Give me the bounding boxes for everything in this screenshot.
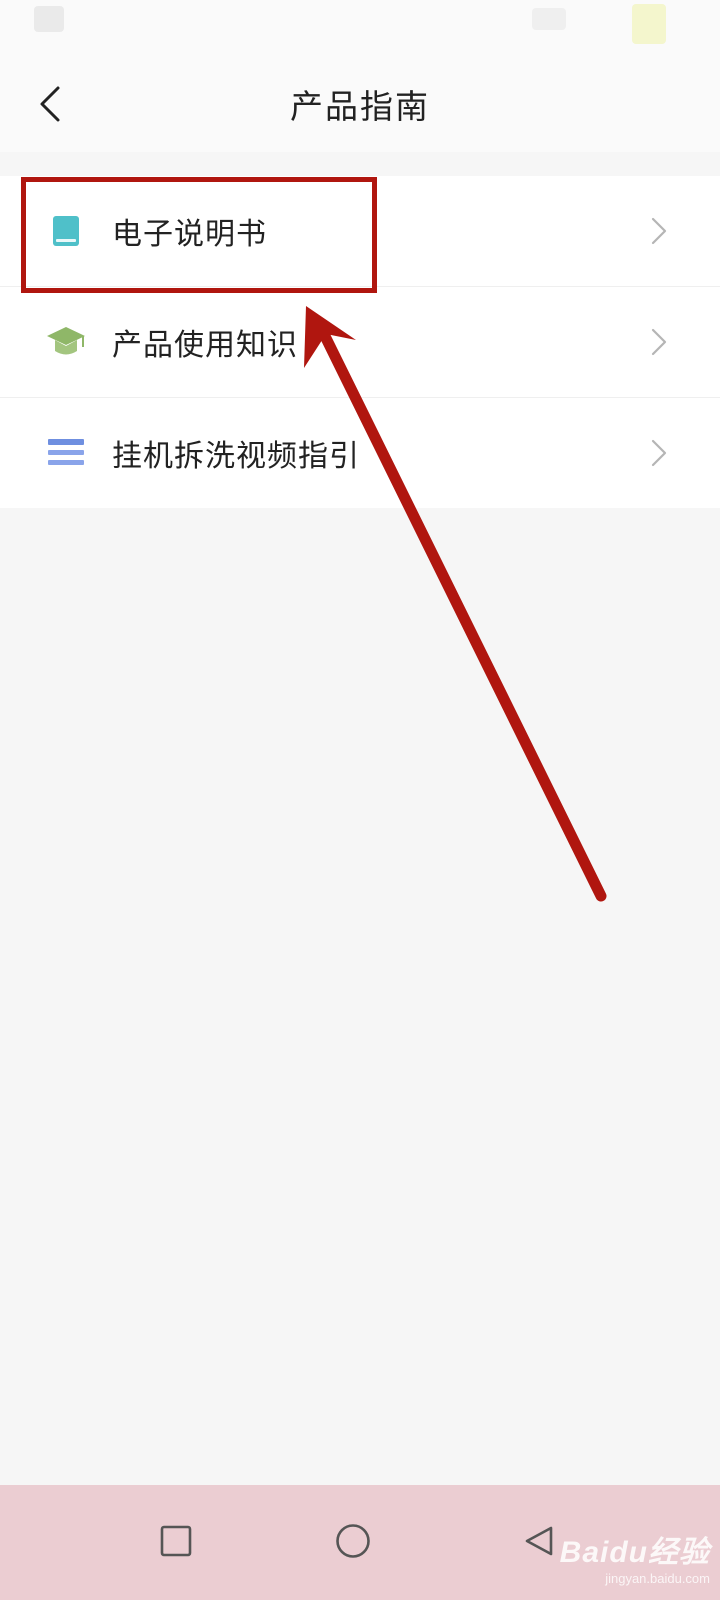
chevron-right-icon — [651, 328, 667, 356]
watermark-url: jingyan.baidu.com — [605, 1571, 710, 1586]
baidu-jingyan-watermark: Baidu经验 jingyan.baidu.com — [560, 1527, 710, 1586]
circle-icon — [336, 1524, 370, 1558]
list-lines-icon — [46, 435, 86, 471]
menu-item-label: 产品使用知识 — [112, 328, 298, 363]
app-header: 产品指南 — [0, 56, 720, 152]
graduation-cap-icon — [46, 324, 86, 360]
menu-item-electronic-manual[interactable]: 电子说明书 — [0, 176, 720, 286]
back-arrow-icon — [40, 86, 60, 122]
chevron-right-icon — [651, 217, 667, 245]
page-title: 产品指南 — [290, 87, 430, 126]
back-button[interactable] — [22, 76, 78, 132]
home-button[interactable] — [331, 1519, 375, 1563]
system-navigation-bar: Baidu经验 jingyan.baidu.com — [0, 1485, 720, 1600]
menu-item-cleaning-video-guide[interactable]: 挂机拆洗视频指引 — [0, 397, 720, 508]
triangle-back-icon — [525, 1526, 553, 1556]
status-bar-right-icon — [532, 8, 566, 30]
chevron-right-icon — [651, 439, 667, 467]
status-bar-left-icon — [34, 6, 64, 32]
menu-item-label: 挂机拆洗视频指引 — [112, 439, 360, 474]
menu-item-label: 电子说明书 — [112, 217, 267, 252]
status-bar-battery-icon — [632, 4, 666, 44]
status-bar — [0, 0, 720, 56]
book-icon — [46, 213, 86, 249]
square-icon — [160, 1525, 192, 1557]
guide-menu-list: 电子说明书 产品使用知识 挂机拆洗视频指引 — [0, 176, 720, 508]
recent-apps-button[interactable] — [154, 1519, 198, 1563]
watermark-brand: Baidu经验 — [559, 1536, 710, 1569]
back-nav-button[interactable] — [516, 1519, 560, 1563]
menu-item-product-knowledge[interactable]: 产品使用知识 — [0, 286, 720, 397]
